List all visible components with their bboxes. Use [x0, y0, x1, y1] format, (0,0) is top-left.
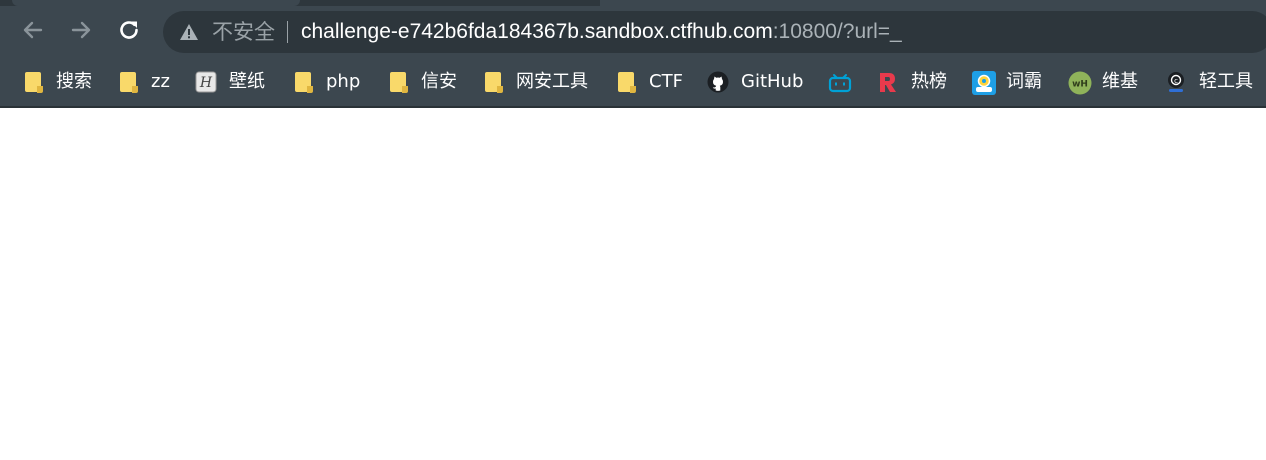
folder-icon [22, 71, 44, 93]
dictionary-icon [972, 71, 996, 95]
bookmark-label: 搜索 [56, 71, 92, 92]
bookmark-label: 信安 [421, 71, 457, 92]
bookmark-search[interactable]: 搜索 [22, 68, 92, 96]
reload-icon [120, 21, 138, 39]
not-secure-label[interactable]: 不安全 [212, 19, 275, 45]
svg-text:H: H [199, 75, 213, 91]
arrow-left-icon [23, 21, 43, 39]
bookmark-label: CTF [649, 71, 683, 92]
folder-icon [387, 71, 409, 93]
svg-text:wH: wH [1072, 80, 1088, 90]
arrow-right-icon [71, 21, 91, 39]
bookmark-label: zz [151, 71, 170, 92]
bookmark-label: 词霸 [1006, 71, 1042, 92]
bookmark-wiki[interactable]: wH 维基 [1068, 68, 1138, 96]
toolbar: 不安全 challenge-e742b6fda184367b.sandbox.c… [0, 6, 1266, 58]
bookmark-label: php [326, 71, 361, 92]
bookmark-infosec[interactable]: 信安 [387, 68, 457, 96]
bookmark-ctf[interactable]: CTF [615, 68, 683, 96]
wiki-icon: wH [1068, 71, 1092, 95]
folder-icon [117, 71, 139, 93]
bookmarks-bar: 搜索 zz H 壁纸 php 信安 网安工具 CTF GitHub 热榜 词霸 … [0, 58, 1266, 106]
bookmark-github[interactable]: GitHub [707, 68, 803, 96]
url-host: challenge-e742b6fda184367b.sandbox.ctfhu… [301, 20, 773, 43]
bookmark-dictionary[interactable]: 词霸 [972, 68, 1042, 96]
bookmark-php[interactable]: php [292, 68, 360, 96]
url-path: :10800/?url=_ [772, 20, 902, 43]
bookmark-label: 轻工具 [1199, 71, 1253, 92]
bookmark-label: GitHub [741, 71, 804, 92]
bookmark-label: 维基 [1102, 71, 1138, 92]
address-bar[interactable]: 不安全 challenge-e742b6fda184367b.sandbox.c… [163, 11, 1266, 53]
bookmark-security-tools[interactable]: 网安工具 [482, 68, 588, 96]
svg-text:c: c [1174, 77, 1178, 85]
bookmark-hot-list[interactable]: 热榜 [877, 68, 947, 96]
back-button[interactable] [17, 14, 49, 46]
bookmark-wallpaper[interactable]: H 壁纸 [195, 68, 265, 96]
page-content [0, 108, 1266, 460]
bookmark-zz[interactable]: zz [117, 68, 170, 96]
r-logo-icon [877, 71, 899, 93]
folder-icon [615, 71, 637, 93]
bilibili-icon [828, 71, 852, 93]
bookmark-label: 热榜 [911, 71, 947, 92]
bookmark-label: 壁纸 [229, 71, 265, 92]
warning-triangle-icon[interactable] [179, 23, 199, 41]
tool-icon: c [1165, 71, 1187, 93]
url-text[interactable]: challenge-e742b6fda184367b.sandbox.ctfhu… [301, 19, 902, 45]
forward-button[interactable] [65, 14, 97, 46]
bookmark-bilibili[interactable] [828, 68, 852, 96]
reload-button[interactable] [113, 14, 145, 46]
folder-icon [292, 71, 314, 93]
bookmark-label: 网安工具 [516, 71, 588, 92]
bookmark-light-tools[interactable]: c 轻工具 [1165, 68, 1253, 96]
folder-icon [482, 71, 504, 93]
omnibox-separator [287, 21, 288, 43]
h-logo-icon: H [195, 71, 217, 93]
github-icon [707, 71, 729, 93]
browser-chrome: 不安全 challenge-e742b6fda184367b.sandbox.c… [0, 0, 1266, 108]
